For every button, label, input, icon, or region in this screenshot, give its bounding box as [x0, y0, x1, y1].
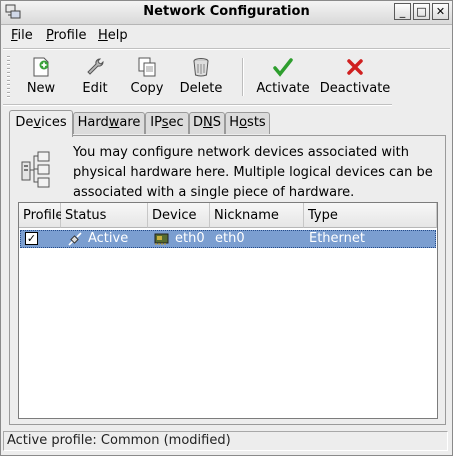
title-bar[interactable]: Network Configuration _ □ ✕: [1, 1, 452, 25]
menu-bar: File Profile Help: [1, 25, 452, 47]
row-type: Ethernet: [309, 231, 365, 246]
table-row[interactable]: ✓ Active eth0 eth0 Ethernet: [20, 230, 436, 248]
copy-label: Copy: [130, 81, 164, 96]
tab-hosts[interactable]: Hosts: [225, 112, 270, 134]
trash-icon: [193, 58, 209, 77]
new-button[interactable]: New: [21, 54, 61, 100]
maximize-icon: □: [416, 5, 427, 18]
tab-ipsec[interactable]: IPsec: [145, 112, 189, 134]
status-bar: Active profile: Common (modified): [3, 431, 448, 451]
column-header-device[interactable]: Device: [148, 203, 210, 228]
network-devices-icon: [21, 151, 50, 188]
checkmark-icon: [273, 58, 293, 77]
activate-button[interactable]: Activate: [255, 54, 311, 100]
tab-dns[interactable]: DNS: [189, 112, 225, 134]
menu-file[interactable]: File: [11, 28, 33, 43]
toolbar-bottom-separator: [3, 104, 392, 106]
column-header-profile[interactable]: Profile: [19, 203, 63, 228]
row-device: eth0: [175, 231, 205, 246]
device-list[interactable]: Profile Status Device Nickname Type ✓ Ac…: [18, 202, 438, 419]
menu-profile[interactable]: Profile: [46, 28, 86, 43]
wrench-icon: [87, 58, 104, 75]
maximize-button[interactable]: □: [413, 3, 430, 20]
main-window: Network Configuration _ □ ✕ File Profile…: [0, 0, 453, 456]
devices-panel: You may configure network devices associ…: [9, 135, 446, 425]
ethernet-card-icon: [154, 233, 169, 245]
toolbar-separator: [242, 58, 244, 96]
new-document-icon: [33, 57, 49, 77]
tab-hardware[interactable]: Hardware: [73, 112, 145, 134]
toolbar-grip[interactable]: [7, 56, 10, 98]
deactivate-button[interactable]: Deactivate: [319, 54, 391, 100]
menu-help[interactable]: Help: [98, 28, 128, 43]
column-header-status[interactable]: Status: [61, 203, 148, 228]
tab-devices[interactable]: Devices: [9, 110, 73, 137]
activate-label: Activate: [256, 81, 310, 96]
minimize-button[interactable]: _: [394, 3, 411, 20]
x-mark-icon: [347, 59, 363, 75]
row-status: Active: [88, 231, 129, 246]
column-header-type[interactable]: Type: [304, 203, 437, 228]
delete-button[interactable]: Delete: [179, 54, 223, 100]
edit-label: Edit: [82, 81, 108, 96]
close-button[interactable]: ✕: [432, 3, 449, 20]
toolbar: New Edit Copy Delete Activate Deactivate: [1, 50, 452, 104]
devices-description: You may configure network devices associ…: [73, 145, 433, 200]
deactivate-label: Deactivate: [319, 81, 391, 96]
edit-button[interactable]: Edit: [75, 54, 115, 100]
copy-icon: [138, 57, 156, 77]
minimize-icon: _: [399, 5, 406, 18]
row-nickname: eth0: [215, 231, 245, 246]
profile-checkbox[interactable]: ✓: [25, 232, 38, 245]
delete-label: Delete: [179, 81, 223, 96]
column-header-nickname[interactable]: Nickname: [210, 203, 304, 228]
new-label: New: [26, 81, 56, 96]
close-icon: ✕: [435, 5, 446, 18]
plug-connected-icon: [68, 232, 82, 246]
copy-button[interactable]: Copy: [127, 54, 167, 100]
window-title: Network Configuration: [143, 4, 310, 19]
